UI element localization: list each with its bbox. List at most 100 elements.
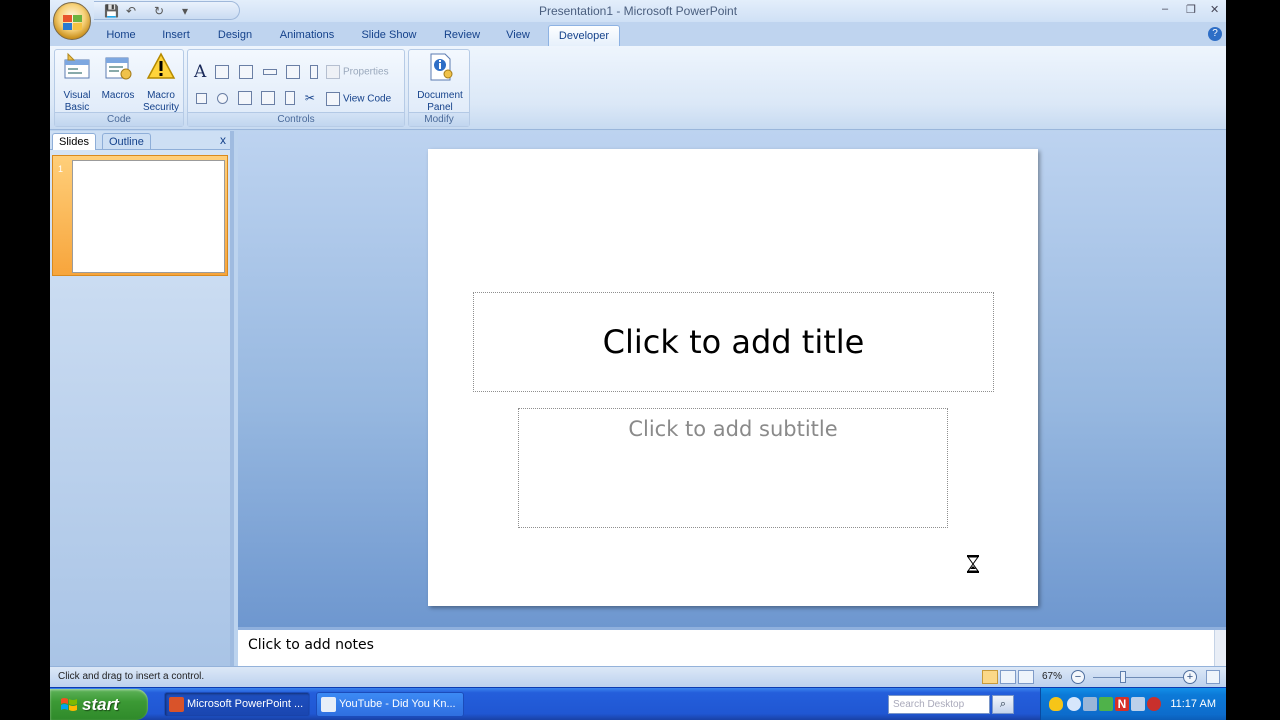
zoom-out-button[interactable]: − [1071, 670, 1085, 684]
update-icon[interactable] [1099, 697, 1113, 711]
macros-label: Macros [101, 90, 135, 101]
tab-animations[interactable]: Animations [274, 25, 340, 46]
status-bar: Click and drag to insert a control. 67% … [50, 666, 1226, 687]
notes-scrollbar[interactable] [1214, 630, 1226, 666]
powerpoint-icon [169, 697, 184, 712]
modify-group: Document Panel Modify [408, 49, 470, 127]
document-panel-icon [430, 53, 453, 81]
zoom-level[interactable]: 67% [1042, 671, 1062, 682]
title-bar: 💾 ↶ ↻ ▾ Presentation1 - Microsoft PowerP… [50, 0, 1226, 22]
combobox-control-icon[interactable] [237, 91, 252, 105]
normal-view-button[interactable] [982, 670, 998, 684]
zoom-slider-thumb[interactable] [1119, 671, 1126, 683]
fit-to-window-button[interactable] [1206, 670, 1220, 684]
tab-home[interactable]: Home [100, 25, 142, 46]
view-code-button[interactable]: View Code [326, 92, 391, 106]
code-group-label: Code [55, 112, 183, 126]
warning-icon [146, 52, 176, 79]
controls-row-2: ✂ [196, 91, 326, 105]
display-icon[interactable] [1131, 697, 1145, 711]
visual-basic-button[interactable]: Visual Basic [59, 52, 95, 114]
close-button[interactable]: ✕ [1210, 3, 1219, 16]
macro-security-button[interactable]: Macro Security [141, 52, 181, 114]
pane-close-icon[interactable]: x [220, 133, 226, 147]
more-controls-icon[interactable]: ✂ [305, 91, 319, 105]
tab-view[interactable]: View [500, 25, 536, 46]
network-icon[interactable] [1083, 697, 1097, 711]
norton-icon[interactable]: N [1115, 697, 1129, 711]
office-button[interactable] [53, 2, 91, 40]
view-code-icon [326, 92, 340, 106]
zoom-in-button[interactable]: + [1183, 670, 1197, 684]
restore-button[interactable]: ❐ [1186, 3, 1196, 16]
tab-slides[interactable]: Slides [52, 133, 96, 150]
left-letterbox [0, 0, 50, 720]
controls-row-1: A [194, 62, 325, 82]
window-title: Presentation1 - Microsoft PowerPoint [538, 4, 738, 18]
macros-button[interactable]: Macros [99, 52, 137, 102]
tab-review[interactable]: Review [438, 25, 486, 46]
notes-placeholder[interactable]: Click to add notes [248, 637, 374, 653]
tab-slide-show[interactable]: Slide Show [356, 25, 422, 46]
antivirus-icon[interactable] [1147, 697, 1161, 711]
spin-button-control-icon[interactable] [238, 65, 253, 79]
status-message: Click and drag to insert a control. [58, 671, 205, 682]
taskbar: start Microsoft PowerPoint ... YouTube -… [50, 687, 1226, 720]
slide-thumbnail-selected[interactable]: 1 [52, 155, 228, 276]
zoom-slider[interactable] [1093, 677, 1187, 678]
start-button[interactable]: start [50, 689, 148, 720]
ribbon: Visual Basic Macros Macro Security Code … [50, 46, 1226, 130]
taskbar-item-label: YouTube - Did You Kn... [339, 698, 456, 710]
properties-button[interactable]: Properties [326, 65, 389, 79]
slide-editing-area: Click to add title Click to add subtitle [238, 131, 1226, 627]
desktop-search-input[interactable]: Search Desktop [888, 695, 990, 714]
image-control-icon[interactable] [286, 65, 301, 79]
taskbar-item-label: Microsoft PowerPoint ... [187, 698, 304, 710]
notes-pane[interactable]: Click to add notes [238, 627, 1226, 666]
clock: 11:17 AM [1170, 698, 1216, 710]
start-label: start [82, 695, 119, 714]
view-code-label: View Code [343, 93, 392, 105]
slides-pane-tabs: Slides Outline x [50, 131, 230, 150]
label-control-icon[interactable]: A [194, 62, 206, 82]
controls-group-label: Controls [188, 112, 404, 126]
tab-developer[interactable]: Developer [548, 25, 620, 46]
slide-show-view-button[interactable] [1018, 670, 1034, 684]
document-panel-label: Document Panel [417, 90, 463, 113]
scrollbar-control-icon[interactable] [262, 69, 277, 75]
system-tray: N 11:17 AM [1040, 688, 1226, 720]
taskbar-item-powerpoint[interactable]: Microsoft PowerPoint ... [164, 692, 310, 717]
slide-canvas[interactable]: Click to add title Click to add subtitle [428, 149, 1038, 606]
help-icon[interactable]: ? [1208, 27, 1222, 41]
security-shield-icon[interactable] [1049, 697, 1063, 711]
slide-sorter-view-button[interactable] [1000, 670, 1016, 684]
macro-security-label: Macro Security [142, 90, 180, 113]
frame-control-icon[interactable] [285, 91, 296, 105]
toggle-control-icon[interactable] [310, 65, 319, 79]
right-letterbox [1226, 0, 1280, 720]
slides-pane: Slides Outline x 1 [50, 131, 234, 666]
macros-icon [105, 57, 132, 80]
tab-insert[interactable]: Insert [154, 25, 198, 46]
code-group: Visual Basic Macros Macro Security Code [54, 49, 184, 127]
tab-design[interactable]: Design [212, 25, 258, 46]
ribbon-tabs: Home Insert Design Animations Slide Show… [50, 22, 1226, 46]
slide-thumbnail[interactable] [72, 160, 225, 273]
search-icon[interactable]: ⌕ [992, 695, 1014, 714]
listbox-control-icon[interactable] [261, 91, 276, 105]
minimize-button[interactable]: ‒ [1162, 3, 1168, 15]
title-placeholder[interactable]: Click to add title [473, 292, 994, 392]
option-button-control-icon[interactable] [216, 92, 228, 104]
textbox-control-icon[interactable] [215, 65, 230, 79]
visual-basic-icon [64, 52, 90, 79]
office-logo-icon [63, 15, 82, 30]
properties-label: Properties [343, 66, 389, 78]
subtitle-placeholder[interactable]: Click to add subtitle [518, 408, 948, 528]
windows-flag-icon [61, 698, 77, 711]
checkbox-control-icon[interactable] [196, 92, 207, 104]
visual-basic-label: Visual Basic [63, 90, 91, 113]
taskbar-item-browser[interactable]: YouTube - Did You Kn... [316, 692, 464, 717]
search-tray-icon[interactable] [1067, 697, 1081, 711]
document-panel-button[interactable]: Document Panel [413, 52, 467, 114]
tab-outline[interactable]: Outline [102, 133, 151, 150]
